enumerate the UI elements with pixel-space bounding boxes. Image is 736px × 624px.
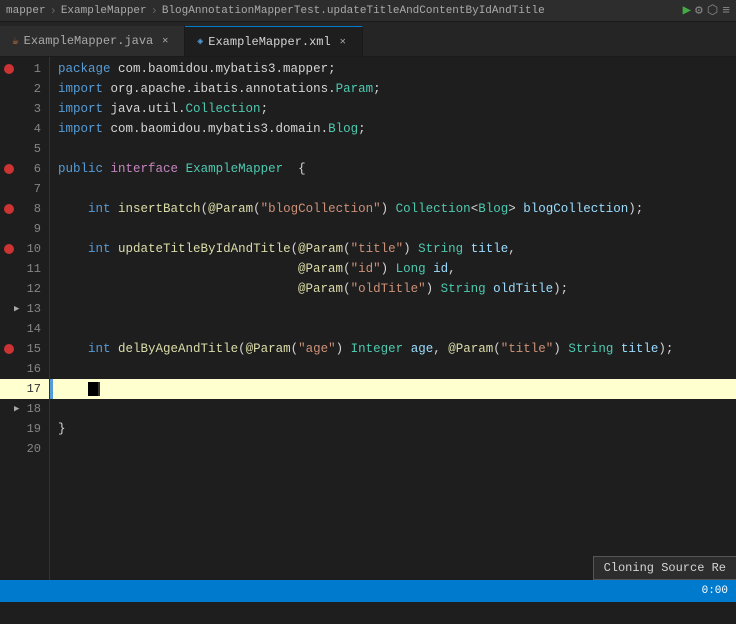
nav-item-mapper[interactable]: mapper — [6, 5, 46, 17]
java-icon: ☕ — [12, 34, 19, 48]
code-content[interactable]: package com.baomidou.mybatis3.mapper; im… — [50, 57, 736, 602]
line-num-3: 3 — [0, 99, 49, 119]
code-line-2: import org.apache.ibatis.annotations.Par… — [50, 79, 736, 99]
code-line-6: public interface ExampleMapper { — [50, 159, 736, 179]
tab-xml[interactable]: ◈ ExampleMapper.xml ✕ — [185, 26, 362, 56]
tab-java[interactable]: ☕ ExampleMapper.java ✕ — [0, 26, 185, 56]
run-icon[interactable]: ▶ — [683, 2, 691, 19]
line-num-10: 10 — [0, 239, 49, 259]
line-num-8: 8 — [0, 199, 49, 219]
code-line-10: int updateTitleByIdAndTitle(@Param("titl… — [50, 239, 736, 259]
top-nav-bar: mapper › ExampleMapper › BlogAnnotationM… — [0, 0, 736, 22]
nav-separator2: › — [151, 4, 158, 18]
tab-java-close[interactable]: ✕ — [158, 34, 172, 48]
code-line-9 — [50, 219, 736, 239]
gear-icon[interactable]: ⚙ — [695, 3, 703, 18]
code-line-11: @Param("id") Long id, — [50, 259, 736, 279]
line-num-18: 18 — [0, 399, 49, 419]
code-line-14 — [50, 319, 736, 339]
line-num-11: 11 — [0, 259, 49, 279]
line-num-14: 14 — [0, 319, 49, 339]
line-num-16: 16 — [0, 359, 49, 379]
editor-area: 1 2 3 4 5 6 7 8 9 10 11 12 13 14 15 16 1… — [0, 57, 736, 602]
xml-icon: ◈ — [197, 36, 203, 48]
code-line-16 — [50, 359, 736, 379]
code-line-5 — [50, 139, 736, 159]
line-num-19: 19 — [0, 419, 49, 439]
tab-java-label: ExampleMapper.java — [24, 34, 154, 48]
code-line-12: @Param("oldTitle") String oldTitle); — [50, 279, 736, 299]
tab-xml-label: ExampleMapper.xml — [208, 35, 330, 49]
more-icon[interactable]: ≡ — [722, 3, 730, 18]
action-icon[interactable]: ⬡ — [707, 3, 718, 18]
line-num-9: 9 — [0, 219, 49, 239]
line-num-2: 2 — [0, 79, 49, 99]
code-line-13 — [50, 299, 736, 319]
code-line-20 — [50, 439, 736, 459]
line-num-13: 13 — [0, 299, 49, 319]
code-line-8: int insertBatch(@Param("blogCollection")… — [50, 199, 736, 219]
code-line-1: package com.baomidou.mybatis3.mapper; — [50, 59, 736, 79]
line-num-5: 5 — [0, 139, 49, 159]
cloning-source-box: Cloning Source Re — [593, 556, 736, 580]
line-num-12: 12 — [0, 279, 49, 299]
cloning-source-label: Cloning Source Re — [604, 561, 726, 575]
line-num-6: 6 — [0, 159, 49, 179]
status-time: 0:00 — [702, 585, 728, 597]
line-num-20: 20 — [0, 439, 49, 459]
code-line-15: int delByAgeAndTitle(@Param("age") Integ… — [50, 339, 736, 359]
tab-xml-close[interactable]: ✕ — [336, 35, 350, 49]
code-line-3: import java.util.Collection; — [50, 99, 736, 119]
tab-bar: ☕ ExampleMapper.java ✕ ◈ ExampleMapper.x… — [0, 22, 736, 57]
line-num-4: 4 — [0, 119, 49, 139]
line-num-7: 7 — [0, 179, 49, 199]
code-line-17[interactable]: s — [50, 379, 736, 399]
line-num-1: 1 — [0, 59, 49, 79]
status-bar: 0:00 — [0, 580, 736, 602]
nav-item-blog-test[interactable]: BlogAnnotationMapperTest.updateTitleAndC… — [162, 5, 545, 17]
code-line-4: import com.baomidou.mybatis3.domain.Blog… — [50, 119, 736, 139]
line-number-gutter: 1 2 3 4 5 6 7 8 9 10 11 12 13 14 15 16 1… — [0, 57, 50, 602]
nav-separator: › — [50, 4, 57, 18]
code-line-18 — [50, 399, 736, 419]
line-num-15: 15 — [0, 339, 49, 359]
nav-item-example-mapper[interactable]: ExampleMapper — [61, 5, 147, 17]
line-num-17: 17 — [0, 379, 49, 399]
code-line-7 — [50, 179, 736, 199]
code-line-19: } — [50, 419, 736, 439]
